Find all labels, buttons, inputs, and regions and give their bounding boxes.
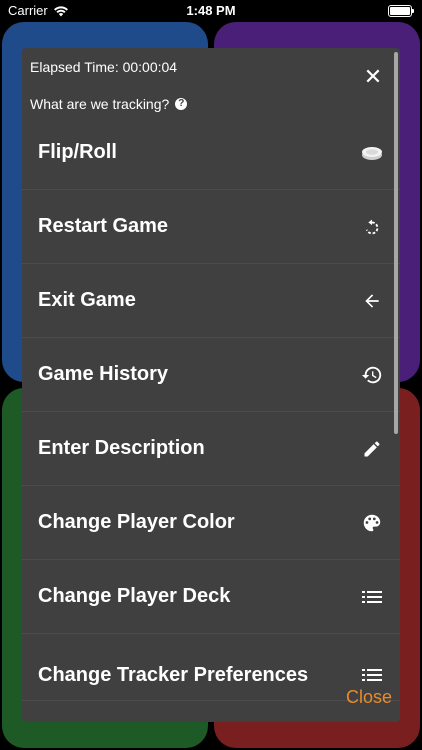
- menu-item-exit-game[interactable]: Exit Game: [22, 264, 400, 338]
- menu-item-label: Flip/Roll: [38, 141, 117, 163]
- menu-item-label: Change Player Deck: [38, 585, 231, 607]
- menu-list: Flip/Roll Restart Game Exit Game Game Hi…: [22, 116, 400, 701]
- arrow-left-icon: [360, 289, 384, 313]
- help-icon[interactable]: ?: [175, 98, 188, 110]
- tracking-prompt-label: What are we tracking?: [30, 96, 170, 112]
- game-menu-sheet: Elapsed Time: 00:00:04 ✕ What are we tra…: [22, 48, 400, 722]
- coin-icon: [360, 141, 384, 165]
- menu-item-label: Change Player Color: [38, 511, 235, 533]
- menu-item-label: Restart Game: [38, 215, 169, 237]
- tracking-prompt: What are we tracking? ?: [30, 96, 188, 112]
- list-icon: [360, 585, 384, 609]
- menu-item-change-player-color[interactable]: Change Player Color: [22, 486, 400, 560]
- elapsed-time: Elapsed Time: 00:00:04: [30, 59, 178, 75]
- menu-item-enter-description[interactable]: Enter Description: [22, 412, 400, 486]
- menu-item-flip-roll[interactable]: Flip/Roll: [22, 116, 400, 190]
- battery-icon: [388, 5, 414, 17]
- palette-icon: [360, 511, 384, 535]
- history-icon: [360, 363, 384, 387]
- status-time: 1:48 PM: [186, 3, 236, 18]
- restart-icon: [360, 215, 384, 239]
- close-button[interactable]: Close: [346, 687, 392, 708]
- scrollbar[interactable]: [394, 52, 398, 434]
- status-bar: Carrier 1:48 PM: [0, 0, 422, 22]
- menu-item-change-tracker-preferences[interactable]: Change Tracker Preferences: [22, 634, 400, 701]
- menu-item-restart-game[interactable]: Restart Game: [22, 190, 400, 264]
- pencil-icon: [360, 437, 384, 461]
- menu-item-game-history[interactable]: Game History: [22, 338, 400, 412]
- menu-item-label: Exit Game: [38, 289, 136, 311]
- menu-item-label: Game History: [38, 363, 169, 385]
- close-icon[interactable]: ✕: [362, 66, 384, 88]
- menu-item-label: Change Tracker Preferences: [38, 663, 309, 686]
- menu-item-change-player-deck[interactable]: Change Player Deck: [22, 560, 400, 634]
- menu-item-label: Enter Description: [38, 437, 205, 459]
- list-icon: [360, 663, 384, 687]
